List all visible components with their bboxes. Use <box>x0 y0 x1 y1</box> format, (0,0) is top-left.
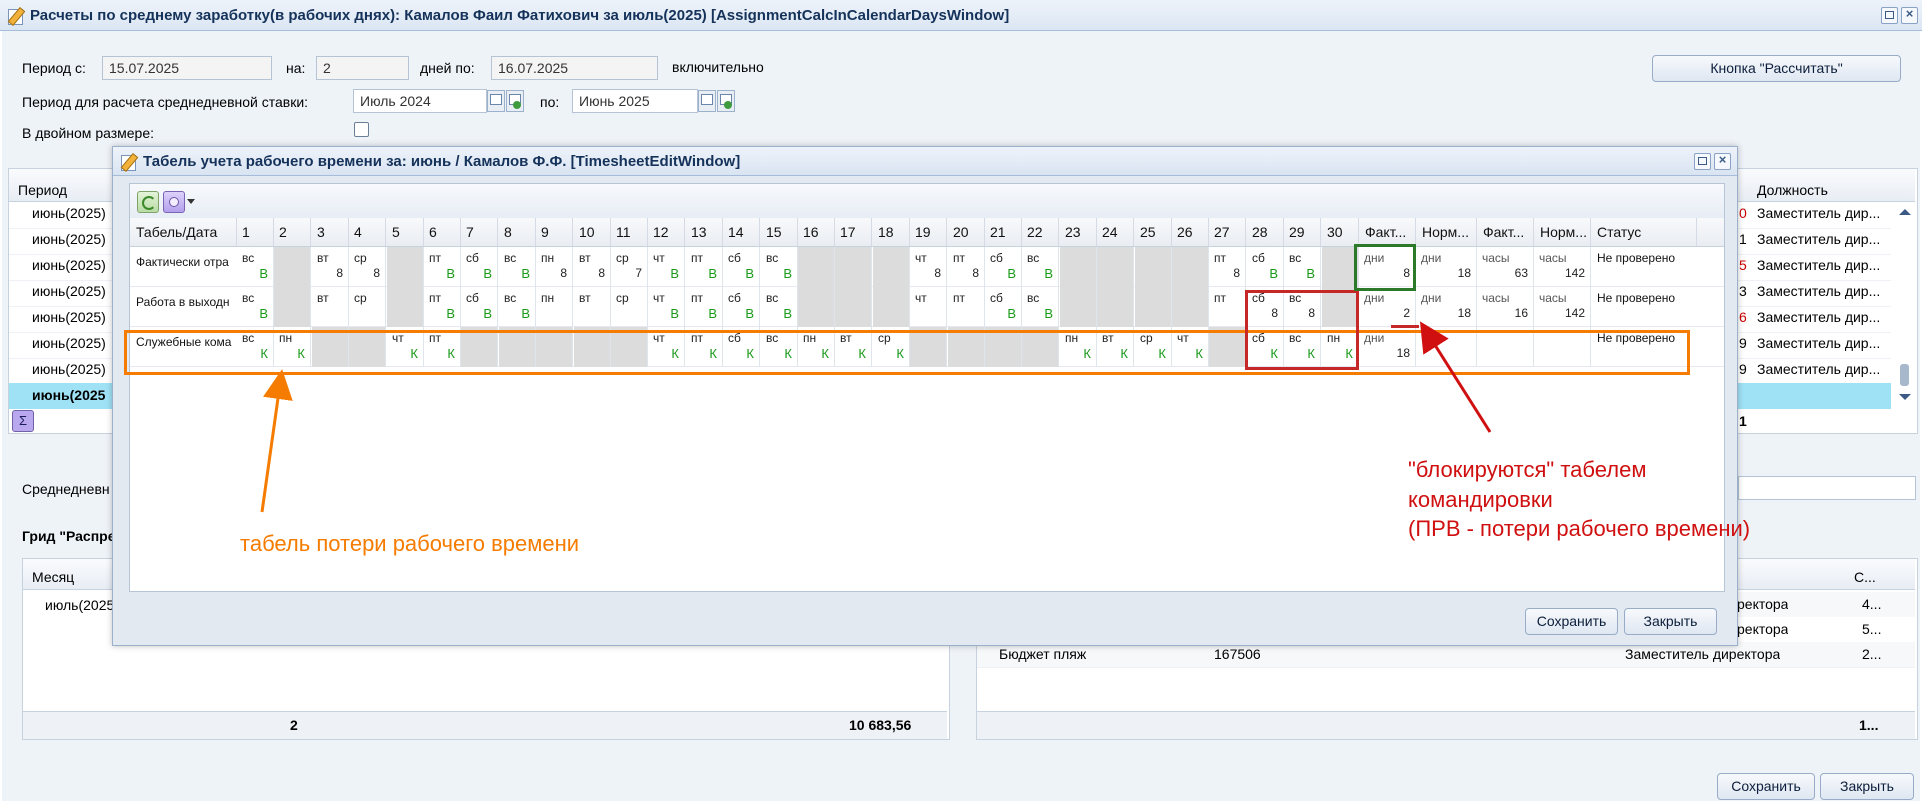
red-annotation-line3: (ПРВ - потери рабочего времени) <box>1408 516 1751 541</box>
red-annotation-line2: командировки <box>1408 487 1553 512</box>
orange-annotation-text: табель потери рабочего времени <box>240 531 580 556</box>
annotation-arrows <box>260 321 1492 513</box>
orange-arrow <box>260 369 293 513</box>
red-annotation-line1: "блокируются" табелем <box>1408 457 1647 482</box>
red-arrow <box>1419 321 1492 433</box>
